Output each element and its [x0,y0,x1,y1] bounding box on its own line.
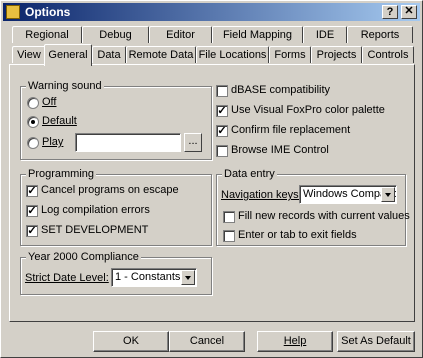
tab-editor[interactable]: Editor [149,26,212,43]
tab-forms[interactable]: Forms [269,46,311,63]
tab-label: Data [97,49,121,61]
chevron-down-icon[interactable] [381,187,395,202]
programming-group: Programming ✓ Cancel programs on escape … [20,168,212,246]
group-label: Programming [26,168,97,180]
tab-label: Remote Data [128,49,194,61]
tab-label: View [17,49,41,61]
chevron-down-icon[interactable] [181,270,195,285]
tab-label: General [48,49,88,61]
enter-tab-exit-checkbox[interactable] [223,230,235,242]
cancel-on-escape-checkbox[interactable]: ✓ [26,185,38,197]
tab-label: IDE [315,29,335,41]
tab-data[interactable]: Data [92,46,126,63]
tab-general[interactable]: General [44,44,92,66]
tab-controls[interactable]: Controls [362,46,414,63]
log-errors-label: Log compilation errors [41,204,150,216]
tab-ide[interactable]: IDE [303,26,347,43]
tab-label: Field Mapping [222,29,293,41]
set-development-label: SET DEVELOPMENT [41,224,149,236]
fill-new-records-label: Fill new records with current values [238,210,410,222]
close-icon[interactable]: ✕ [401,5,417,19]
tab-reports[interactable]: Reports [347,26,413,43]
strict-date-select[interactable]: 1 - Constants [111,268,197,287]
off-radio[interactable] [27,97,39,109]
tab-field-mapping[interactable]: Field Mapping [212,26,303,43]
group-label: Warning sound [26,80,104,92]
tab-label: Forms [274,49,306,61]
navigation-keys-label: Navigation keys: [221,189,302,201]
play-radio[interactable] [27,137,39,149]
set-development-checkbox[interactable]: ✓ [26,225,38,237]
help-button[interactable]: Help [257,331,333,352]
confirm-replacement-checkbox[interactable]: ✓ [216,125,228,137]
tab-label: File Locations [198,49,267,61]
off-label: Off [42,96,57,108]
confirm-replacement-label: Confirm file replacement [231,124,351,136]
general-tab-panel: Warning sound Off Default Play ... dBASE… [9,64,415,322]
enter-tab-exit-label: Enter or tab to exit fields [238,229,357,241]
cancel-on-escape-label: Cancel programs on escape [41,184,179,196]
tab-label: Controls [367,49,409,61]
tab-debug[interactable]: Debug [82,26,149,43]
log-errors-checkbox[interactable]: ✓ [26,205,38,217]
tab-regional[interactable]: Regional [12,26,82,43]
default-radio[interactable] [27,116,39,128]
play-sound-field[interactable] [75,133,181,152]
warning-sound-group: Warning sound Off Default Play ... [20,80,212,160]
help-icon[interactable]: ? [382,5,398,19]
year-2000-group: Year 2000 Compliance Strict Date Level: … [20,251,212,295]
color-palette-checkbox[interactable]: ✓ [216,105,228,117]
data-entry-group: Data entry Navigation keys: Windows Comp… [216,168,410,246]
default-label: Default [42,115,77,127]
tab-label: Projects [316,49,357,61]
color-palette-label: Use Visual FoxPro color palette [231,104,385,116]
tab-projects[interactable]: Projects [311,46,362,63]
ok-button[interactable]: OK [93,331,169,352]
dbase-compatibility-label: dBASE compatibility [231,84,331,96]
browse-ime-checkbox[interactable] [216,145,228,157]
tab-label: Reports [360,29,400,41]
fill-new-records-checkbox[interactable] [223,211,235,223]
tab-label: Regional [25,29,69,41]
strict-date-label: Strict Date Level: [25,272,109,284]
tab-label: Debug [99,29,132,41]
group-label: Data entry [222,168,277,180]
tab-remote-data[interactable]: Remote Data [126,46,196,63]
group-label: Year 2000 Compliance [26,251,141,263]
tab-file-locations[interactable]: File Locations [196,46,269,63]
title-bar[interactable]: Options ? ✕ [3,3,420,21]
set-as-default-button[interactable]: Set As Default [337,331,415,352]
navigation-keys-select[interactable]: Windows Compatible [299,185,397,204]
dbase-compatibility-checkbox[interactable] [216,85,228,97]
window-title: Options [25,5,71,19]
browse-ime-label: Browse IME Control [231,144,329,156]
cancel-button[interactable]: Cancel [169,331,245,352]
strict-date-value: 1 - Constants [115,271,181,283]
app-icon [6,5,20,19]
browse-sound-button[interactable]: ... [184,133,202,152]
tab-view[interactable]: View [12,46,46,63]
tab-label: Editor [166,29,195,41]
play-label: Play [42,136,64,148]
